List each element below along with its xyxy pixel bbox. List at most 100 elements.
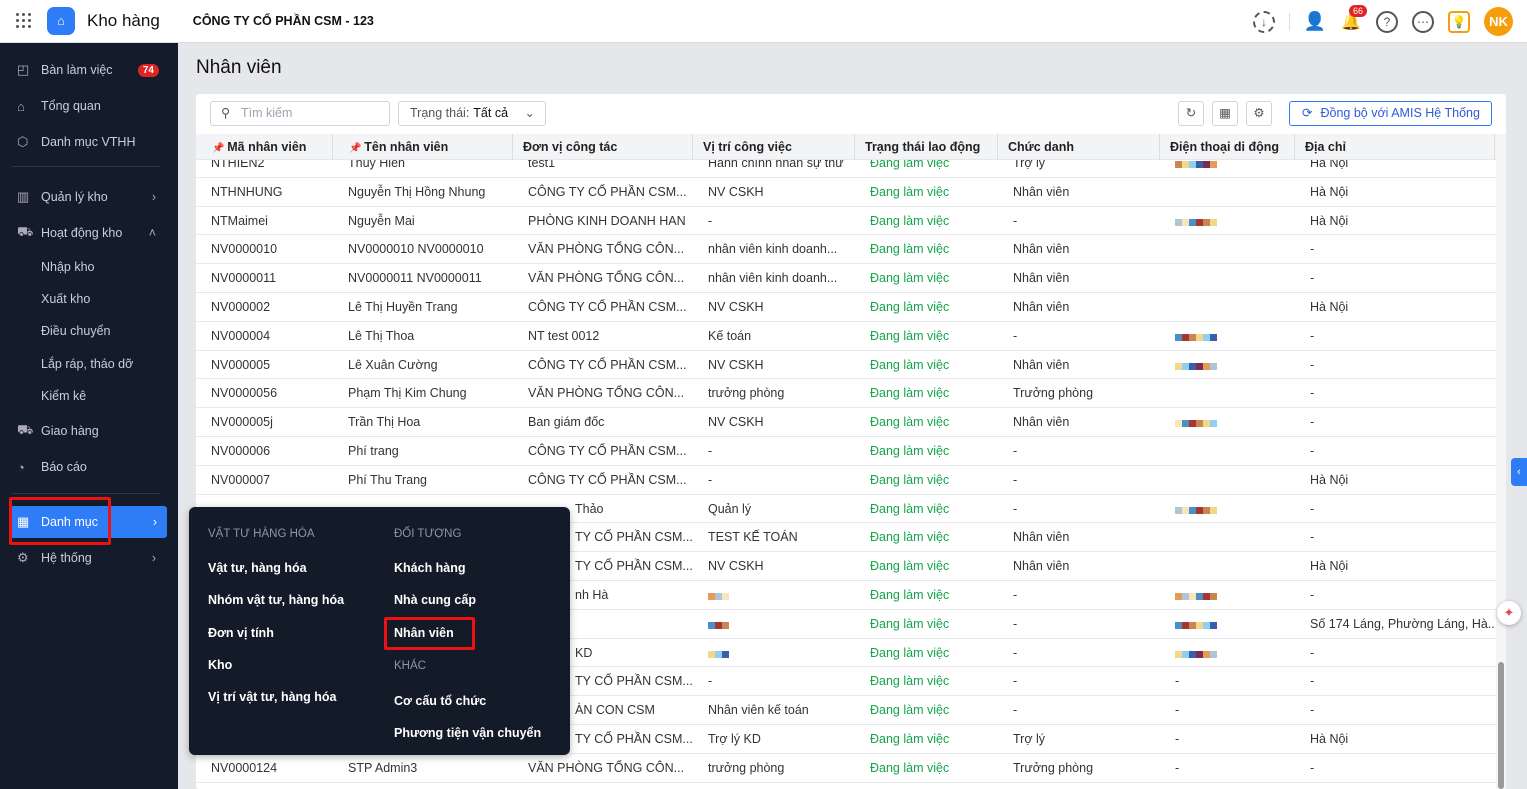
highlight-box [9, 497, 111, 545]
sidebar-item-inventory[interactable]: Kiểm kê [0, 380, 178, 412]
pin-icon[interactable]: 📌 [349, 143, 364, 154]
export-table-button[interactable]: ▦ [1212, 101, 1238, 126]
sidebar-item-vthh[interactable]: ⬡ Danh mục VTHH [0, 126, 178, 158]
table-row[interactable]: NTMaimei Nguyễn Mai PHÒNG KINH DOANH HAN - Đ… [196, 207, 1496, 236]
menu-item-goods-location[interactable]: Vị trí vật tư, hàng hóa [208, 690, 337, 704]
cell-position: NV CSKH [708, 559, 764, 574]
table-row[interactable]: NV000002 Lê Thị Huyền Trang CÔNG TY CỔ PHẦ… [196, 293, 1496, 322]
sidebar-item-reports[interactable]: ◔ Báo cáo [0, 451, 178, 483]
cell-address: - [1310, 674, 1315, 689]
cell-title: Trưởng phòng [1013, 760, 1094, 775]
column-header-mobile-phone[interactable]: Điện thoại di động [1160, 134, 1295, 160]
assistant-button[interactable]: ✦ [1497, 601, 1521, 625]
sidebar-item-workspace[interactable]: ◰ Bàn làm việc 74 [0, 54, 178, 86]
avatar[interactable]: NK [1484, 7, 1513, 36]
status-filter[interactable]: Trạng thái: Tất cả ⌄ [398, 101, 546, 126]
column-header-department[interactable]: Đơn vị công tác [513, 134, 693, 160]
table-header: 📌 Mã nhân viên 📌 Tên nhân viên Đơn vị công… [196, 134, 1496, 160]
cell-name: Nguyễn Mai [348, 213, 415, 228]
sidebar-item-transfer[interactable]: Điều chuyển [0, 315, 178, 347]
cell-mobile-phone: - [1175, 760, 1180, 775]
column-header-position[interactable]: Vị trí công việc [693, 134, 855, 160]
table-row[interactable]: NV0000010 NV0000010 NV0000010 VĂN PHÒNG TỔ… [196, 235, 1496, 265]
cell-title: Nhân viên [1013, 530, 1070, 545]
sidebar-item-delivery[interactable]: ⛟ Giao hàng [0, 415, 178, 447]
sidebar-item-export[interactable]: Xuất kho [0, 283, 178, 315]
cell-mobile-phone: - [1175, 731, 1180, 746]
chevron-up-icon: ˄ [148, 226, 156, 240]
label: Nhập kho [41, 260, 95, 274]
cell-title: - [1013, 616, 1018, 631]
collapse-panel-button[interactable]: ‹ [1511, 458, 1527, 486]
app-grid-icon[interactable] [16, 13, 32, 29]
cell-department: VĂN PHÒNG TỔNG CÔN... [528, 271, 685, 286]
add-user-icon[interactable]: 👤 [1304, 11, 1326, 33]
sidebar-item-warehouse[interactable]: ▥ Quản lý kho › [0, 181, 178, 213]
sync-amis-button[interactable]: ⟳ Đồng bộ với AMIS Hệ Thống [1289, 101, 1492, 126]
cell-work-status: Đang làm việc [870, 357, 950, 372]
cell-position: - [708, 213, 713, 228]
cell-address: Hà Nội [1310, 213, 1349, 228]
sidebar-item-assembly[interactable]: Lắp ráp, tháo dỡ [0, 348, 178, 380]
cell-position: Quản lý [708, 501, 752, 516]
column-label: Trạng thái lao động [865, 140, 981, 154]
cell-work-status: Đang làm việc [870, 760, 950, 775]
menu-item-vehicle[interactable]: Phương tiện vận chuyển [394, 726, 541, 740]
redacted-value [1175, 161, 1217, 169]
warehouse-icon: ▥ [17, 189, 30, 204]
cell-work-status: Đang làm việc [870, 271, 950, 286]
menu-item-customer[interactable]: Khách hàng [394, 561, 466, 575]
cell-name: Lê Thị Huyền Trang [348, 299, 458, 314]
table-row[interactable]: NTHNHUNG Nguyễn Thị Hồng Nhung CÔNG TY CỔ … [196, 178, 1496, 207]
search-input[interactable]: ⚲ Tìm kiếm [210, 101, 390, 126]
idea-icon[interactable]: 💡 [1448, 10, 1470, 33]
column-header-title[interactable]: Chức danh [998, 134, 1160, 160]
menu-item-warehouse[interactable]: Kho [208, 658, 232, 672]
help-icon[interactable]: ? [1376, 10, 1398, 33]
table-row[interactable]: NV000007 Phí Thu Trang CÔNG TY CỔ PHẦN CSM… [196, 466, 1496, 495]
cell-title: - [1013, 674, 1018, 689]
menu-item-goods[interactable]: Vật tư, hàng hóa [208, 561, 307, 575]
menu-item-unit[interactable]: Đơn vị tính [208, 626, 274, 640]
table-row[interactable]: NV0000124 STP Admin3 VĂN PHÒNG TỔNG CÔN...… [196, 754, 1496, 783]
table-row[interactable]: NTHIEN2 Thúy Hiền test1 Hành chính nhân sự … [196, 160, 1496, 178]
column-header-address[interactable]: Địa chỉ [1295, 134, 1495, 160]
scrollbar-thumb[interactable] [1498, 662, 1504, 789]
column-header-work-status[interactable]: Trạng thái lao động [855, 134, 998, 160]
download-icon[interactable]: ↓ [1253, 10, 1275, 33]
table-row[interactable]: NV000005 Lê Xuân Cường CÔNG TY CỔ PHẦN CSM… [196, 351, 1496, 380]
column-label: Vị trí công việc [703, 140, 792, 154]
cell-title: - [1013, 501, 1018, 516]
refresh-button[interactable]: ↻ [1178, 101, 1204, 126]
sidebar-item-overview[interactable]: ⌂ Tổng quan [0, 90, 178, 122]
sidebar-item-import[interactable]: Nhập kho [0, 251, 178, 283]
table-row[interactable]: NV0000011 NV0000011 NV0000011 VĂN PHÒNG TỔ… [196, 264, 1496, 293]
cell-position: - [708, 443, 713, 458]
bell-icon[interactable]: 🔔 66 [1340, 4, 1368, 33]
pin-icon[interactable]: 📌 [212, 143, 227, 154]
menu-item-org-structure[interactable]: Cơ cấu tổ chức [394, 694, 486, 708]
sidebar-item-system[interactable]: ⚙ Hệ thống › [0, 542, 178, 574]
company-name[interactable]: CÔNG TY CỔ PHẦN CSM - 123 [193, 14, 374, 28]
column-header-name[interactable]: 📌 Tên nhân viên [333, 134, 513, 160]
table-row[interactable]: NV000004 Lê Thị Thoa NT test 0012 Kế toán Đa… [196, 322, 1496, 351]
menu-item-supplier[interactable]: Nhà cung cấp [394, 593, 476, 607]
menu-item-goods-group[interactable]: Nhóm vật tư, hàng hóa [208, 593, 344, 607]
vertical-scrollbar[interactable] [1496, 134, 1506, 789]
cell-mobile-phone: - [1175, 674, 1180, 689]
cell-address: Hà Nội [1310, 160, 1349, 170]
label: Xuất kho [41, 292, 91, 306]
cell-title: Trợ lý [1013, 160, 1046, 170]
table-row[interactable]: NV000005j Trần Thị Hoa Ban giám đốc NV CSKH… [196, 408, 1496, 437]
cell-title: - [1013, 213, 1018, 228]
more-icon[interactable]: ⋯ [1412, 10, 1434, 33]
gear-icon: ⚙ [17, 550, 29, 565]
table-row[interactable]: NV0000056 Phạm Thị Kim Chung VĂN PHÒNG TỔN… [196, 379, 1496, 409]
settings-button[interactable]: ⚙ [1246, 101, 1272, 126]
column-header-code[interactable]: 📌 Mã nhân viên [196, 134, 333, 160]
sidebar-item-activities[interactable]: ⛟ Hoạt động kho ˄ [0, 217, 178, 249]
label: Báo cáo [41, 460, 87, 474]
cell-department: VĂN PHÒNG TỔNG CÔN... [528, 386, 685, 401]
table-row[interactable]: NV000006 Phí trang CÔNG TY CỔ PHẦN CSM... -… [196, 437, 1496, 466]
cell-address: - [1310, 415, 1315, 430]
